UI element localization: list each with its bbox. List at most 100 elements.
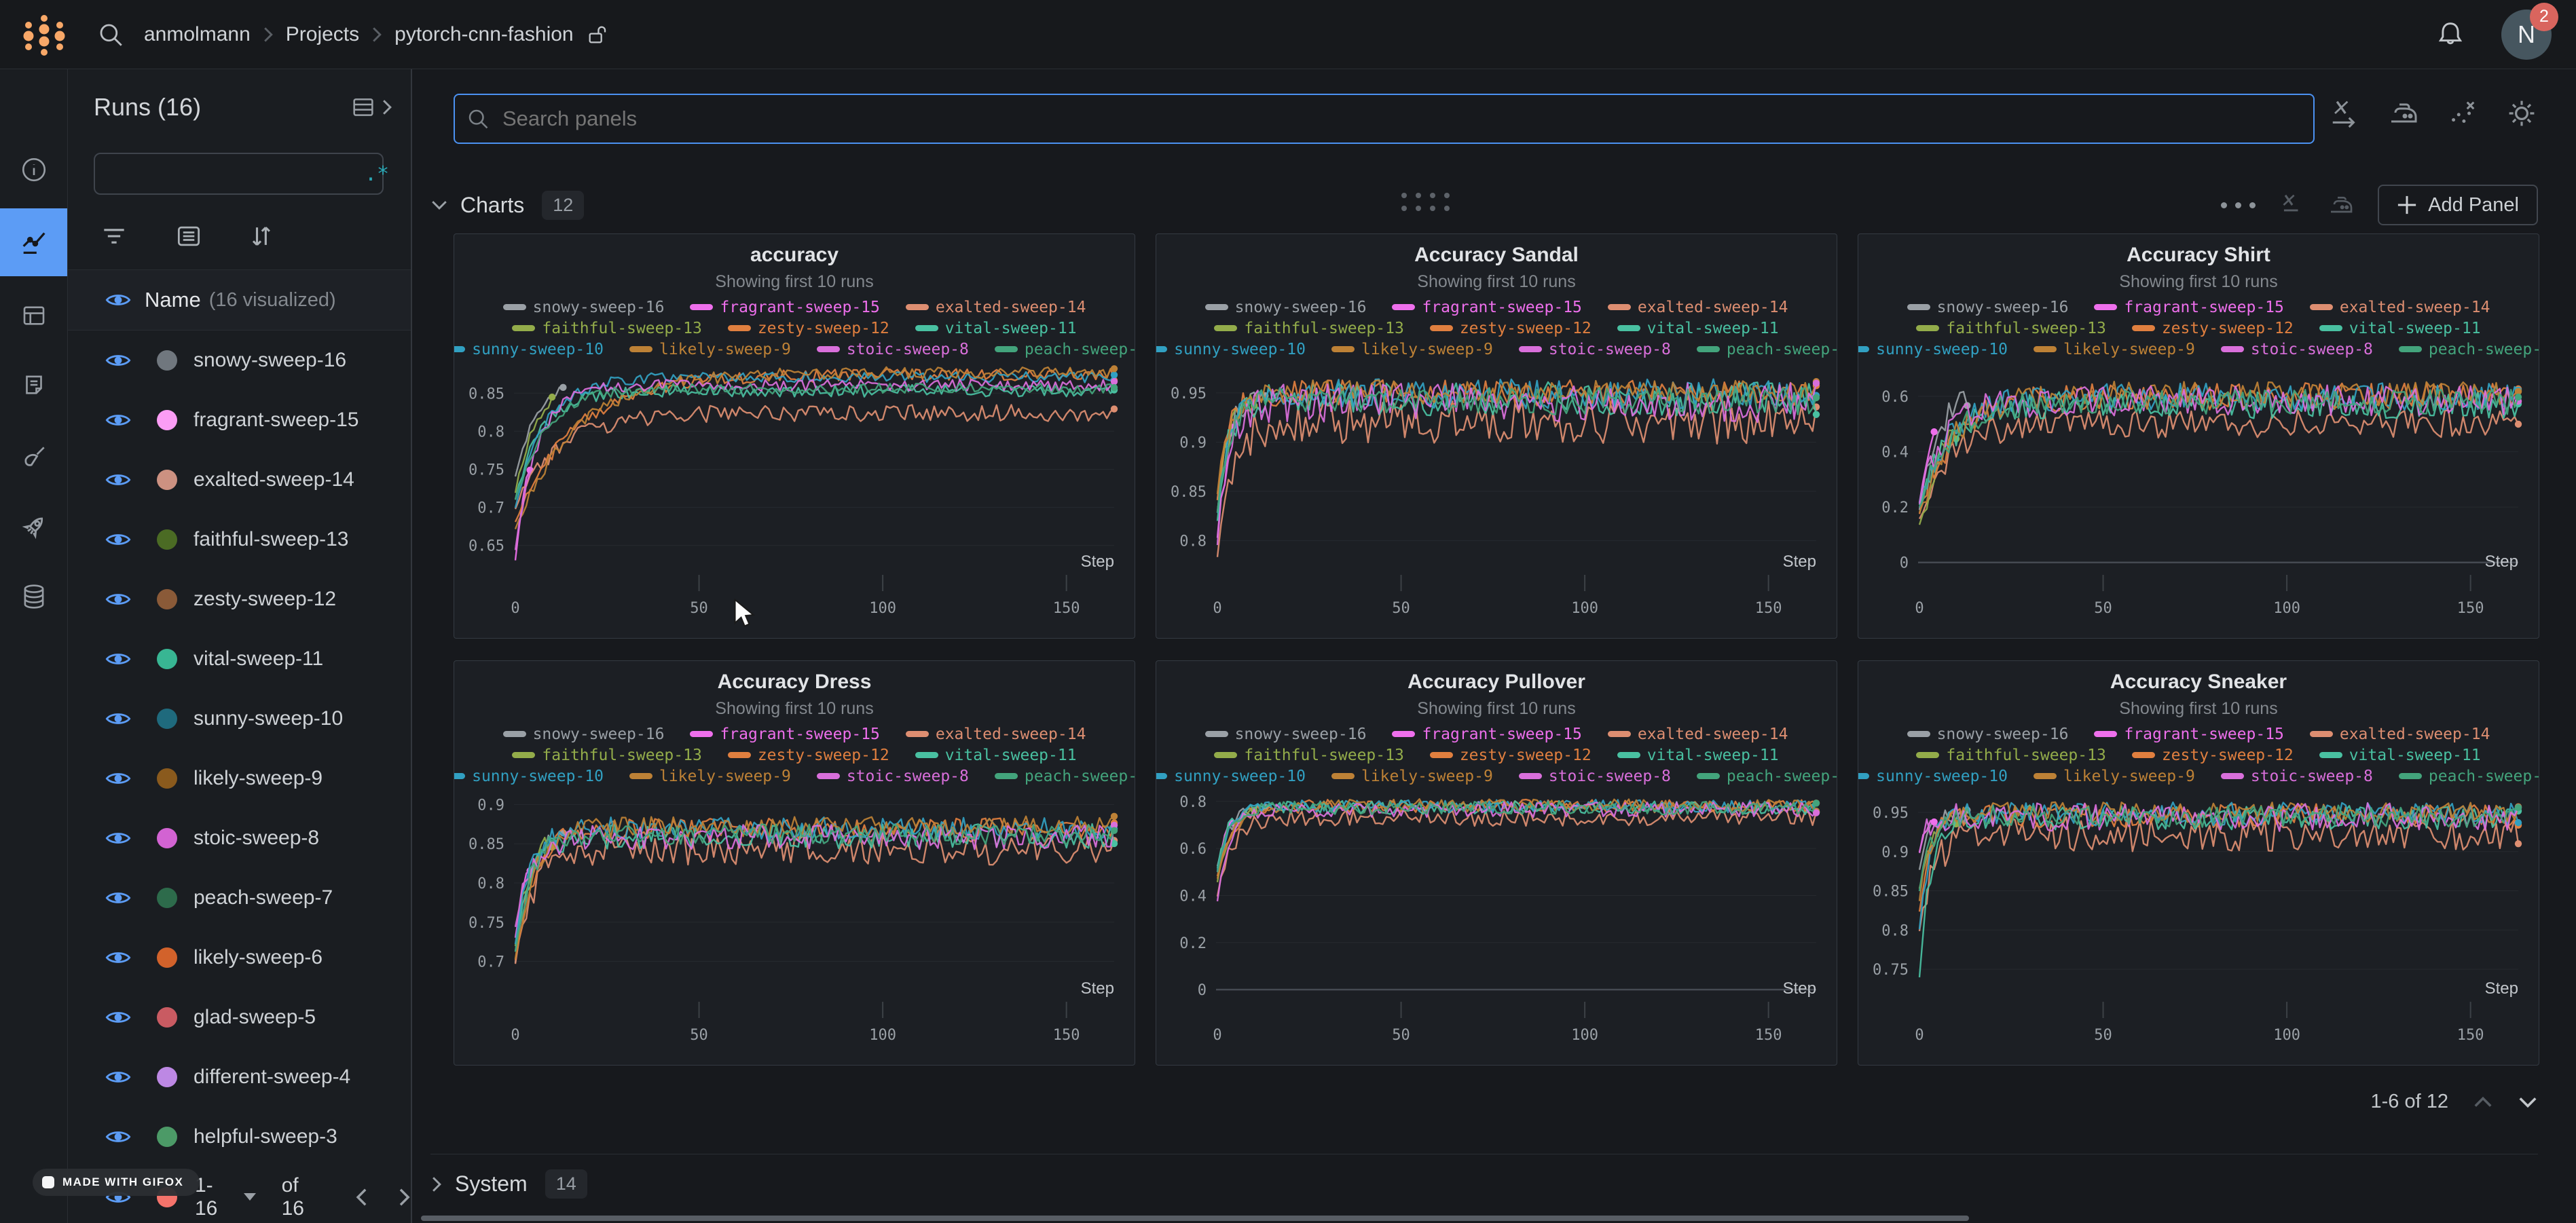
run-name[interactable]: faithful-sweep-13	[194, 528, 348, 551]
chart-panel[interactable]: Accuracy Sneaker Showing first 10 runs s…	[1858, 660, 2539, 1066]
wandb-logo-icon[interactable]	[20, 10, 68, 59]
page-range-select[interactable]: 1-16	[195, 1174, 234, 1220]
group-list-icon[interactable]	[174, 221, 204, 251]
breadcrumb-user[interactable]: anmolmann	[144, 23, 251, 46]
legend-item[interactable]: peach-sweep-7	[1697, 341, 1837, 358]
legend-item[interactable]: sunny-sweep-10	[1156, 341, 1306, 358]
legend-item[interactable]: sunny-sweep-10	[1858, 341, 2008, 358]
legend-item[interactable]: likely-sweep-9	[1331, 341, 1493, 358]
legend-item[interactable]: stoic-sweep-8	[2221, 768, 2373, 785]
run-row[interactable]: zesty-sweep-12	[68, 569, 411, 629]
notifications-bell-icon[interactable]	[2435, 18, 2466, 51]
runs-name-header[interactable]: Name (16 visualized)	[68, 270, 411, 331]
legend-item[interactable]: peach-sweep-7	[2399, 341, 2539, 358]
chart-canvas[interactable]: 00.20.40.60.8050100150Step	[1156, 783, 1837, 1055]
legend-item[interactable]: exalted-sweep-14	[906, 299, 1086, 316]
chart-canvas[interactable]: 0.80.850.90.95050100150Step	[1156, 356, 1837, 628]
legend-item[interactable]: peach-sweep-7	[2399, 768, 2539, 785]
run-name[interactable]: sunny-sweep-10	[194, 707, 343, 730]
run-name[interactable]: peach-sweep-7	[194, 886, 333, 909]
visibility-eye-icon[interactable]	[105, 411, 131, 429]
run-name[interactable]: fragrant-sweep-15	[194, 409, 358, 432]
rail-info-icon[interactable]	[0, 136, 67, 204]
legend-item[interactable]: snowy-sweep-16	[1907, 726, 2069, 743]
legend-item[interactable]: likely-sweep-9	[629, 341, 791, 358]
legend-item[interactable]: zesty-sweep-12	[728, 747, 889, 764]
legend-item[interactable]: stoic-sweep-8	[817, 341, 969, 358]
run-row[interactable]: glad-sweep-5	[68, 987, 411, 1047]
run-row[interactable]: likely-sweep-9	[68, 749, 411, 808]
chart-canvas[interactable]: 00.20.40.6050100150Step	[1858, 356, 2539, 628]
run-row[interactable]: vital-sweep-11	[68, 629, 411, 689]
run-name[interactable]: vital-sweep-11	[194, 647, 323, 671]
visibility-eye-icon[interactable]	[105, 1009, 131, 1026]
run-name[interactable]: glad-sweep-5	[194, 1006, 316, 1029]
legend-item[interactable]: vital-sweep-11	[915, 747, 1077, 764]
visibility-eye-icon[interactable]	[105, 291, 131, 309]
legend-item[interactable]: fragrant-sweep-15	[690, 726, 879, 743]
run-row[interactable]: stoic-sweep-8	[68, 808, 411, 868]
visibility-eye-icon[interactable]	[105, 829, 131, 847]
run-row[interactable]: exalted-sweep-14	[68, 450, 411, 510]
run-row[interactable]: likely-sweep-6	[68, 928, 411, 987]
legend-item[interactable]: fragrant-sweep-15	[1392, 726, 1581, 743]
visibility-eye-icon[interactable]	[105, 949, 131, 966]
global-search-icon[interactable]	[96, 20, 125, 49]
chevron-down-icon[interactable]	[430, 199, 448, 211]
next-page-icon[interactable]	[398, 1187, 411, 1207]
run-row[interactable]: helpful-sweep-3	[68, 1107, 411, 1167]
run-row[interactable]: different-sweep-4	[68, 1047, 411, 1107]
chart-canvas[interactable]: 0.70.750.80.850.9050100150Step	[454, 783, 1135, 1055]
legend-item[interactable]: vital-sweep-11	[915, 320, 1077, 337]
settings-gear-icon[interactable]	[2505, 97, 2538, 130]
chart-panel[interactable]: Accuracy Shirt Showing first 10 runs sno…	[1858, 233, 2539, 639]
visibility-eye-icon[interactable]	[105, 352, 131, 369]
x-axis-icon[interactable]	[2279, 191, 2304, 219]
legend-item[interactable]: peach-sweep-7	[995, 768, 1135, 785]
run-name[interactable]: zesty-sweep-12	[194, 588, 336, 611]
legend-item[interactable]: likely-sweep-9	[629, 768, 791, 785]
legend-item[interactable]: faithful-sweep-13	[1214, 320, 1403, 337]
legend-item[interactable]: snowy-sweep-16	[1907, 299, 2069, 316]
run-name[interactable]: different-sweep-4	[194, 1066, 350, 1089]
legend-item[interactable]: snowy-sweep-16	[503, 726, 665, 743]
legend-item[interactable]: vital-sweep-11	[1617, 320, 1779, 337]
run-name[interactable]: snowy-sweep-16	[194, 349, 346, 372]
section-more-options[interactable]	[2221, 202, 2256, 208]
chart-canvas[interactable]: 0.650.70.750.80.85050100150Step	[454, 356, 1135, 628]
legend-item[interactable]: vital-sweep-11	[2319, 747, 2481, 764]
legend-item[interactable]: zesty-sweep-12	[1430, 747, 1591, 764]
visibility-eye-icon[interactable]	[105, 1068, 131, 1086]
legend-item[interactable]: fragrant-sweep-15	[2094, 726, 2283, 743]
run-name[interactable]: stoic-sweep-8	[194, 827, 319, 850]
run-row[interactable]: faithful-sweep-13	[68, 510, 411, 569]
x-axis-icon[interactable]	[2329, 96, 2360, 130]
chart-panel[interactable]: Accuracy Sandal Showing first 10 runs sn…	[1156, 233, 1837, 639]
legend-item[interactable]: exalted-sweep-14	[906, 726, 1086, 743]
page-down-icon[interactable]	[2518, 1095, 2538, 1109]
legend-item[interactable]: stoic-sweep-8	[1519, 768, 1671, 785]
chart-panel[interactable]: Accuracy Pullover Showing first 10 runs …	[1156, 660, 1837, 1066]
legend-item[interactable]: zesty-sweep-12	[2132, 320, 2294, 337]
breadcrumb-project-name[interactable]: pytorch-cnn-fashion	[394, 23, 573, 46]
legend-item[interactable]: faithful-sweep-13	[512, 320, 701, 337]
regex-toggle[interactable]: .*	[365, 162, 389, 186]
page-up-icon[interactable]	[2473, 1095, 2493, 1109]
legend-item[interactable]: likely-sweep-9	[2034, 341, 2195, 358]
legend-item[interactable]: sunny-sweep-10	[1858, 768, 2008, 785]
legend-item[interactable]: snowy-sweep-16	[1205, 299, 1367, 316]
legend-item[interactable]: exalted-sweep-14	[1608, 726, 1788, 743]
visibility-eye-icon[interactable]	[105, 471, 131, 489]
sort-arrows-icon[interactable]	[246, 221, 276, 251]
run-row[interactable]: fragrant-sweep-15	[68, 390, 411, 450]
run-name[interactable]: exalted-sweep-14	[194, 468, 354, 491]
run-row[interactable]: peach-sweep-7	[68, 868, 411, 928]
charts-section-label[interactable]: Charts	[460, 193, 524, 218]
visibility-eye-icon[interactable]	[105, 650, 131, 668]
smoothing-iron-icon[interactable]	[2387, 98, 2420, 128]
rail-workspace-charts-icon[interactable]	[0, 208, 67, 276]
legend-item[interactable]: vital-sweep-11	[1617, 747, 1779, 764]
chart-panel[interactable]: accuracy Showing first 10 runs snowy-swe…	[454, 233, 1135, 639]
smoothing-iron-icon[interactable]	[2327, 192, 2355, 218]
visibility-eye-icon[interactable]	[105, 1128, 131, 1146]
